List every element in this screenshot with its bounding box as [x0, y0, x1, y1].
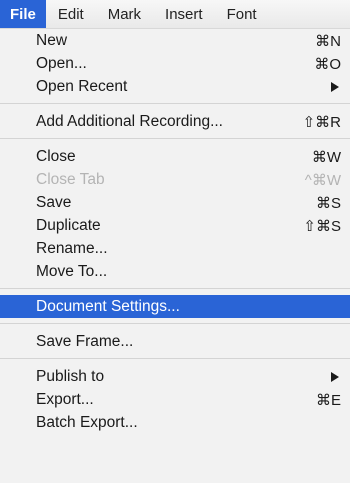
menu-item-rename[interactable]: Rename...: [0, 237, 350, 260]
menu-item-label: New: [36, 31, 68, 49]
menu-item-label: Open...: [36, 54, 87, 72]
menu-item-close[interactable]: Close ⌘W: [0, 145, 350, 168]
menu-item-label: Rename...: [36, 239, 108, 257]
menubar-item-edit[interactable]: Edit: [46, 0, 96, 28]
menubar-item-file[interactable]: File: [0, 0, 46, 28]
menu-item-document-settings[interactable]: Document Settings...: [0, 295, 350, 318]
menu-separator: [0, 318, 350, 330]
shortcut-label: ⌘W: [311, 148, 341, 166]
menu-item-label: Save: [36, 193, 72, 211]
menu-item-label: Close: [36, 147, 76, 165]
file-menu-dropdown: New ⌘N Open... ⌘O Open Recent Add Additi…: [0, 28, 350, 483]
shortcut-label: ⇧⌘R: [302, 113, 341, 131]
menu-item-label: Publish to: [36, 367, 105, 385]
menubar-item-insert[interactable]: Insert: [153, 0, 215, 28]
menu-item-save[interactable]: Save ⌘S: [0, 191, 350, 214]
menu-item-open-recent[interactable]: Open Recent: [0, 75, 350, 98]
menu-separator: [0, 353, 350, 365]
shortcut-label: ⇧⌘S: [303, 217, 341, 235]
menu-item-label: Document Settings...: [36, 297, 180, 315]
menubar-item-font[interactable]: Font: [215, 0, 269, 28]
menu-separator: [0, 133, 350, 145]
menu-item-batch-export[interactable]: Batch Export...: [0, 411, 350, 434]
menu-item-new[interactable]: New ⌘N: [0, 29, 350, 52]
menu-item-label: Batch Export...: [36, 413, 138, 431]
menu-item-label: Export...: [36, 390, 94, 408]
shortcut-label: ⌘S: [315, 194, 341, 212]
menu-item-label: Save Frame...: [36, 332, 134, 350]
menu-item-save-frame[interactable]: Save Frame...: [0, 330, 350, 353]
shortcut-label: ⌘O: [314, 55, 341, 73]
menu-item-duplicate[interactable]: Duplicate ⇧⌘S: [0, 214, 350, 237]
menu-item-publish-to[interactable]: Publish to: [0, 365, 350, 388]
menu-separator: [0, 283, 350, 295]
menu-item-label: Add Additional Recording...: [36, 112, 223, 130]
menu-item-label: Open Recent: [36, 77, 128, 95]
menu-separator: [0, 98, 350, 110]
shortcut-label: ^⌘W: [304, 171, 341, 189]
menu-item-label: Move To...: [36, 262, 108, 280]
menu-bar: File Edit Mark Insert Font: [0, 0, 350, 28]
menu-item-add-additional-recording[interactable]: Add Additional Recording... ⇧⌘R: [0, 110, 350, 133]
menu-item-open[interactable]: Open... ⌘O: [0, 52, 350, 75]
chevron-right-icon: [331, 81, 339, 92]
menu-item-export[interactable]: Export... ⌘E: [0, 388, 350, 411]
menubar-item-mark[interactable]: Mark: [96, 0, 153, 28]
menu-item-label: Close Tab: [36, 170, 105, 188]
menu-item-close-tab: Close Tab ^⌘W: [0, 168, 350, 191]
chevron-right-icon: [331, 371, 339, 382]
shortcut-label: ⌘N: [315, 32, 341, 50]
shortcut-label: ⌘E: [315, 391, 341, 409]
menu-item-move-to[interactable]: Move To...: [0, 260, 350, 283]
menu-item-label: Duplicate: [36, 216, 101, 234]
